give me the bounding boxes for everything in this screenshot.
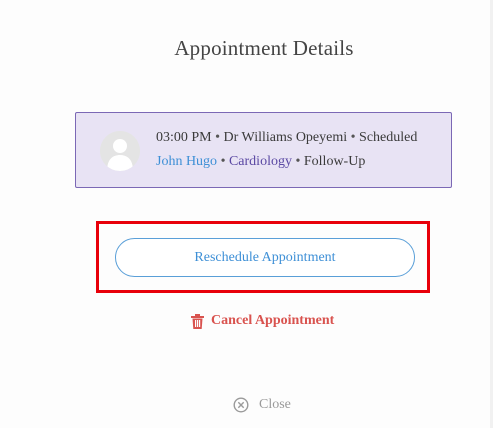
- appointment-summary-line: 03:00 PM • Dr Williams Opeyemi • Schedul…: [156, 130, 417, 146]
- close-label: Close: [259, 397, 291, 412]
- close-button[interactable]: Close: [233, 396, 291, 414]
- appointment-time: 03:00 PM: [156, 130, 212, 145]
- appointment-card: 03:00 PM • Dr Williams Opeyemi • Schedul…: [75, 112, 452, 188]
- cancel-appointment-label: Cancel Appointment: [211, 313, 335, 328]
- user-avatar-icon: [100, 131, 140, 171]
- patient-name-link[interactable]: John Hugo: [156, 154, 217, 169]
- trash-icon: [191, 313, 204, 329]
- doctor-name: Dr Williams Opeyemi: [223, 130, 348, 145]
- appointment-details-modal: Appointment Details 03:00 PM • Dr Willia…: [0, 0, 490, 428]
- separator: •: [215, 130, 221, 145]
- cancel-appointment-button[interactable]: Cancel Appointment: [191, 311, 334, 331]
- modal-title: Appointment Details: [174, 36, 354, 60]
- separator: •: [295, 154, 301, 169]
- close-circle-icon: [233, 397, 249, 413]
- department-name: Cardiology: [228, 154, 292, 169]
- appointment-details-line: John Hugo • Cardiology • Follow-Up: [156, 154, 365, 170]
- separator: •: [350, 130, 356, 145]
- appointment-type: Follow-Up: [303, 154, 366, 169]
- appointment-status: Scheduled: [359, 130, 418, 145]
- separator: •: [220, 154, 226, 169]
- reschedule-appointment-button[interactable]: Reschedule Appointment: [115, 238, 415, 277]
